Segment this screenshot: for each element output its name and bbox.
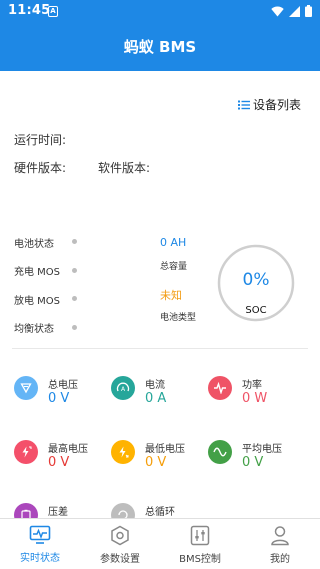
app-bar: 蚂蚁 BMS	[0, 24, 320, 71]
status-item-label: 充电 MOS	[14, 267, 61, 279]
battery-type-value: 未知	[160, 289, 182, 302]
metric-label: 最低电压	[145, 444, 185, 455]
software-version-label: 软件版本:	[98, 161, 151, 175]
person-icon	[271, 526, 289, 546]
device-list-label: 设备列表	[252, 98, 301, 112]
metric-power: 功率 0 W	[208, 376, 308, 416]
soc-value: 0%	[242, 270, 270, 290]
status-item-battery: 电池状态	[14, 228, 84, 257]
run-time-label: 运行时间:	[14, 133, 67, 147]
metric-min-voltage: 最低电压 0 V	[111, 440, 211, 480]
notification-icon: A	[48, 6, 58, 17]
status-indicator-dot	[72, 239, 77, 244]
status-indicator-dot	[72, 296, 77, 301]
device-list-button[interactable]: 设备列表	[237, 96, 301, 113]
signal-icon	[289, 5, 300, 17]
metric-avg-voltage: 平均电压 0 V	[208, 440, 308, 480]
nav-label: 参数设置	[100, 554, 140, 565]
pulse-icon	[208, 376, 232, 400]
metric-label: 电流	[145, 380, 165, 391]
bottom-navigation: 实时状态 参数设置 BMS控制 我的	[0, 518, 320, 569]
status-bar: 11:45 A	[0, 0, 320, 24]
nav-bms-control[interactable]: BMS控制	[160, 519, 240, 569]
metric-total-voltage: 总电压 0 V	[14, 376, 114, 416]
lightning-up-icon	[14, 440, 38, 464]
metric-value: 0 V	[48, 455, 70, 470]
metric-label: 压差	[48, 507, 68, 518]
wifi-icon	[271, 6, 284, 16]
triangle-icon	[14, 376, 38, 400]
sliders-icon	[190, 525, 210, 546]
capacity-value: 0 AH	[160, 236, 187, 249]
metric-max-voltage: 最高电压 0 V	[14, 440, 114, 480]
status-list: 电池状态 充电 MOS 放电 MOS 均衡状态	[14, 228, 84, 342]
wave-icon	[208, 440, 232, 464]
metric-value: 0 V	[242, 455, 264, 470]
nav-label: BMS控制	[179, 554, 221, 565]
status-indicator-dot	[72, 267, 77, 273]
current-gauge-icon: A	[111, 376, 135, 400]
app-title: 蚂蚁 BMS	[123, 38, 197, 56]
list-icon	[237, 100, 250, 109]
status-item-label: 电池状态	[14, 238, 54, 250]
svg-text:A: A	[121, 386, 126, 393]
metric-current: A 电流 0 A	[111, 376, 211, 416]
divider	[12, 348, 308, 349]
nav-mine[interactable]: 我的	[240, 519, 320, 569]
battery-status-icon	[305, 5, 312, 17]
lightning-down-icon	[111, 440, 135, 464]
battery-type-label: 电池类型	[160, 313, 197, 323]
metric-label: 总电压	[48, 380, 78, 391]
status-item-charge-mos: 充电 MOS	[14, 257, 84, 286]
nav-label: 实时状态	[20, 553, 60, 564]
metric-label: 功率	[242, 380, 262, 391]
status-item-discharge-mos: 放电 MOS	[14, 285, 84, 314]
nav-parameter-settings[interactable]: 参数设置	[80, 519, 160, 569]
metric-value: 0 V	[145, 455, 167, 470]
status-item-label: 放电 MOS	[14, 295, 61, 307]
soc-label: SOC	[245, 305, 267, 316]
metric-value: 0 V	[48, 391, 70, 406]
settings-hex-icon	[111, 525, 129, 546]
nav-realtime-status[interactable]: 实时状态	[0, 519, 80, 569]
metric-label: 平均电压	[242, 444, 282, 455]
status-indicator-dot	[72, 324, 77, 330]
status-time: 11:45	[8, 3, 51, 18]
metric-label: 总循环	[145, 507, 175, 518]
capacity-label: 总容量	[160, 262, 188, 272]
metric-label: 最高电压	[48, 444, 88, 455]
metric-value: 0 W	[242, 391, 268, 406]
nav-label: 我的	[270, 554, 290, 565]
hardware-version-label: 硬件版本:	[14, 161, 67, 175]
status-item-label: 均衡状态	[14, 324, 54, 336]
monitor-icon	[29, 525, 51, 544]
status-item-balance: 均衡状态	[14, 314, 84, 343]
metric-value: 0 A	[145, 391, 167, 406]
system-icons	[271, 5, 312, 17]
